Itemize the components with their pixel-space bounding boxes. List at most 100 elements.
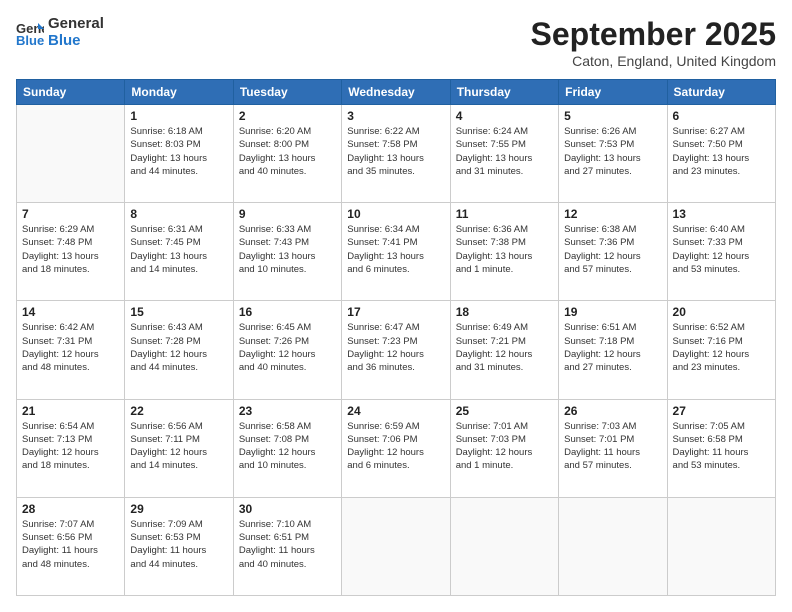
day-detail: Sunrise: 6:34 AM Sunset: 7:41 PM Dayligh…: [347, 223, 444, 276]
day-detail: Sunrise: 6:42 AM Sunset: 7:31 PM Dayligh…: [22, 321, 119, 374]
calendar-day-cell: 19Sunrise: 6:51 AM Sunset: 7:18 PM Dayli…: [559, 301, 667, 399]
calendar-table: SundayMondayTuesdayWednesdayThursdayFrid…: [16, 79, 776, 596]
day-number: 20: [673, 305, 770, 319]
weekday-header: Thursday: [450, 80, 558, 105]
calendar-day-cell: [342, 497, 450, 595]
day-detail: Sunrise: 6:47 AM Sunset: 7:23 PM Dayligh…: [347, 321, 444, 374]
day-detail: Sunrise: 6:49 AM Sunset: 7:21 PM Dayligh…: [456, 321, 553, 374]
day-number: 15: [130, 305, 227, 319]
day-detail: Sunrise: 6:52 AM Sunset: 7:16 PM Dayligh…: [673, 321, 770, 374]
calendar-day-cell: 21Sunrise: 6:54 AM Sunset: 7:13 PM Dayli…: [17, 399, 125, 497]
page-header: General Blue General Blue September 2025…: [16, 16, 776, 69]
weekday-header: Sunday: [17, 80, 125, 105]
calendar-day-cell: 26 Sunrise: 7:03 AM Sunset: 7:01 PM Dayli…: [559, 399, 667, 497]
weekday-header: Saturday: [667, 80, 775, 105]
day-detail: Sunrise: 6:24 AM Sunset: 7:55 PM Dayligh…: [456, 125, 553, 178]
day-number: 30: [239, 502, 336, 516]
logo-line2: Blue: [48, 33, 104, 50]
calendar-day-cell: 12 Sunrise: 6:38 AM Sunset: 7:36 PM Dayli…: [559, 203, 667, 301]
day-detail: Sunrise: 6:43 AM Sunset: 7:28 PM Dayligh…: [130, 321, 227, 374]
weekday-header-row: SundayMondayTuesdayWednesdayThursdayFrid…: [17, 80, 776, 105]
day-detail: Sunrise: 6:58 AM Sunset: 7:08 PM Dayligh…: [239, 420, 336, 473]
day-detail: Sunrise: 7:03 AM Sunset: 7:01 PM Dayligh…: [564, 420, 661, 473]
day-detail: Sunrise: 6:38 AM Sunset: 7:36 PM Dayligh…: [564, 223, 661, 276]
calendar-day-cell: 15 Sunrise: 6:43 AM Sunset: 7:28 PM Dayli…: [125, 301, 233, 399]
calendar-day-cell: 24 Sunrise: 6:59 AM Sunset: 7:06 PM Dayli…: [342, 399, 450, 497]
calendar-day-cell: [667, 497, 775, 595]
day-detail: Sunrise: 6:54 AM Sunset: 7:13 PM Dayligh…: [22, 420, 119, 473]
day-number: 14: [22, 305, 119, 319]
day-number: 22: [130, 404, 227, 418]
calendar-day-cell: 18 Sunrise: 6:49 AM Sunset: 7:21 PM Dayli…: [450, 301, 558, 399]
day-detail: Sunrise: 6:59 AM Sunset: 7:06 PM Dayligh…: [347, 420, 444, 473]
day-detail: Sunrise: 6:33 AM Sunset: 7:43 PM Dayligh…: [239, 223, 336, 276]
calendar-day-cell: 9 Sunrise: 6:33 AM Sunset: 7:43 PM Daylig…: [233, 203, 341, 301]
svg-text:Blue: Blue: [16, 33, 44, 47]
day-detail: Sunrise: 6:40 AM Sunset: 7:33 PM Dayligh…: [673, 223, 770, 276]
day-detail: Sunrise: 7:07 AM Sunset: 6:56 PM Dayligh…: [22, 518, 119, 571]
day-detail: Sunrise: 6:51 AM Sunset: 7:18 PM Dayligh…: [564, 321, 661, 374]
day-detail: Sunrise: 6:31 AM Sunset: 7:45 PM Dayligh…: [130, 223, 227, 276]
logo-text: General Blue: [48, 16, 104, 49]
weekday-header: Monday: [125, 80, 233, 105]
calendar-day-cell: 10Sunrise: 6:34 AM Sunset: 7:41 PM Dayli…: [342, 203, 450, 301]
day-number: 24: [347, 404, 444, 418]
day-detail: Sunrise: 7:01 AM Sunset: 7:03 PM Dayligh…: [456, 420, 553, 473]
calendar-day-cell: [450, 497, 558, 595]
calendar-day-cell: 27 Sunrise: 7:05 AM Sunset: 6:58 PM Dayli…: [667, 399, 775, 497]
calendar-day-cell: [17, 105, 125, 203]
calendar-day-cell: 6Sunrise: 6:27 AM Sunset: 7:50 PM Daylig…: [667, 105, 775, 203]
day-number: 7: [22, 207, 119, 221]
day-detail: Sunrise: 6:22 AM Sunset: 7:58 PM Dayligh…: [347, 125, 444, 178]
day-number: 26: [564, 404, 661, 418]
calendar-week-row: 7Sunrise: 6:29 AM Sunset: 7:48 PM Daylig…: [17, 203, 776, 301]
day-number: 5: [564, 109, 661, 123]
calendar-day-cell: 3 Sunrise: 6:22 AM Sunset: 7:58 PM Daylig…: [342, 105, 450, 203]
day-detail: Sunrise: 6:26 AM Sunset: 7:53 PM Dayligh…: [564, 125, 661, 178]
day-number: 12: [564, 207, 661, 221]
location-subtitle: Caton, England, United Kingdom: [531, 53, 776, 69]
day-number: 8: [130, 207, 227, 221]
calendar-day-cell: 14 Sunrise: 6:42 AM Sunset: 7:31 PM Dayli…: [17, 301, 125, 399]
calendar-day-cell: 5 Sunrise: 6:26 AM Sunset: 7:53 PM Daylig…: [559, 105, 667, 203]
logo-line1: General: [48, 16, 104, 33]
logo: General Blue General Blue: [16, 16, 104, 49]
day-number: 16: [239, 305, 336, 319]
day-detail: Sunrise: 6:36 AM Sunset: 7:38 PM Dayligh…: [456, 223, 553, 276]
calendar-day-cell: 11Sunrise: 6:36 AM Sunset: 7:38 PM Dayli…: [450, 203, 558, 301]
weekday-header: Tuesday: [233, 80, 341, 105]
day-number: 17: [347, 305, 444, 319]
weekday-header: Friday: [559, 80, 667, 105]
calendar-day-cell: 16 Sunrise: 6:45 AM Sunset: 7:26 PM Dayli…: [233, 301, 341, 399]
calendar-day-cell: 30Sunrise: 7:10 AM Sunset: 6:51 PM Dayli…: [233, 497, 341, 595]
calendar-day-cell: 17 Sunrise: 6:47 AM Sunset: 7:23 PM Dayli…: [342, 301, 450, 399]
calendar-week-row: 14 Sunrise: 6:42 AM Sunset: 7:31 PM Dayli…: [17, 301, 776, 399]
day-number: 27: [673, 404, 770, 418]
logo-icon: General Blue: [16, 19, 44, 47]
calendar-day-cell: 23 Sunrise: 6:58 AM Sunset: 7:08 PM Dayli…: [233, 399, 341, 497]
calendar-week-row: 1Sunrise: 6:18 AM Sunset: 8:03 PM Daylig…: [17, 105, 776, 203]
calendar-week-row: 21Sunrise: 6:54 AM Sunset: 7:13 PM Dayli…: [17, 399, 776, 497]
day-number: 3: [347, 109, 444, 123]
calendar-day-cell: 8 Sunrise: 6:31 AM Sunset: 7:45 PM Daylig…: [125, 203, 233, 301]
day-number: 9: [239, 207, 336, 221]
day-detail: Sunrise: 6:45 AM Sunset: 7:26 PM Dayligh…: [239, 321, 336, 374]
day-number: 29: [130, 502, 227, 516]
day-number: 2: [239, 109, 336, 123]
title-block: September 2025 Caton, England, United Ki…: [531, 16, 776, 69]
day-detail: Sunrise: 7:05 AM Sunset: 6:58 PM Dayligh…: [673, 420, 770, 473]
day-number: 23: [239, 404, 336, 418]
weekday-header: Wednesday: [342, 80, 450, 105]
calendar-day-cell: 2 Sunrise: 6:20 AM Sunset: 8:00 PM Daylig…: [233, 105, 341, 203]
day-number: 6: [673, 109, 770, 123]
day-number: 25: [456, 404, 553, 418]
day-detail: Sunrise: 6:20 AM Sunset: 8:00 PM Dayligh…: [239, 125, 336, 178]
calendar-day-cell: 1Sunrise: 6:18 AM Sunset: 8:03 PM Daylig…: [125, 105, 233, 203]
day-number: 28: [22, 502, 119, 516]
calendar-day-cell: 22Sunrise: 6:56 AM Sunset: 7:11 PM Dayli…: [125, 399, 233, 497]
calendar-day-cell: 29Sunrise: 7:09 AM Sunset: 6:53 PM Dayli…: [125, 497, 233, 595]
day-number: 18: [456, 305, 553, 319]
calendar-day-cell: 7Sunrise: 6:29 AM Sunset: 7:48 PM Daylig…: [17, 203, 125, 301]
calendar-day-cell: 13Sunrise: 6:40 AM Sunset: 7:33 PM Dayli…: [667, 203, 775, 301]
day-number: 4: [456, 109, 553, 123]
